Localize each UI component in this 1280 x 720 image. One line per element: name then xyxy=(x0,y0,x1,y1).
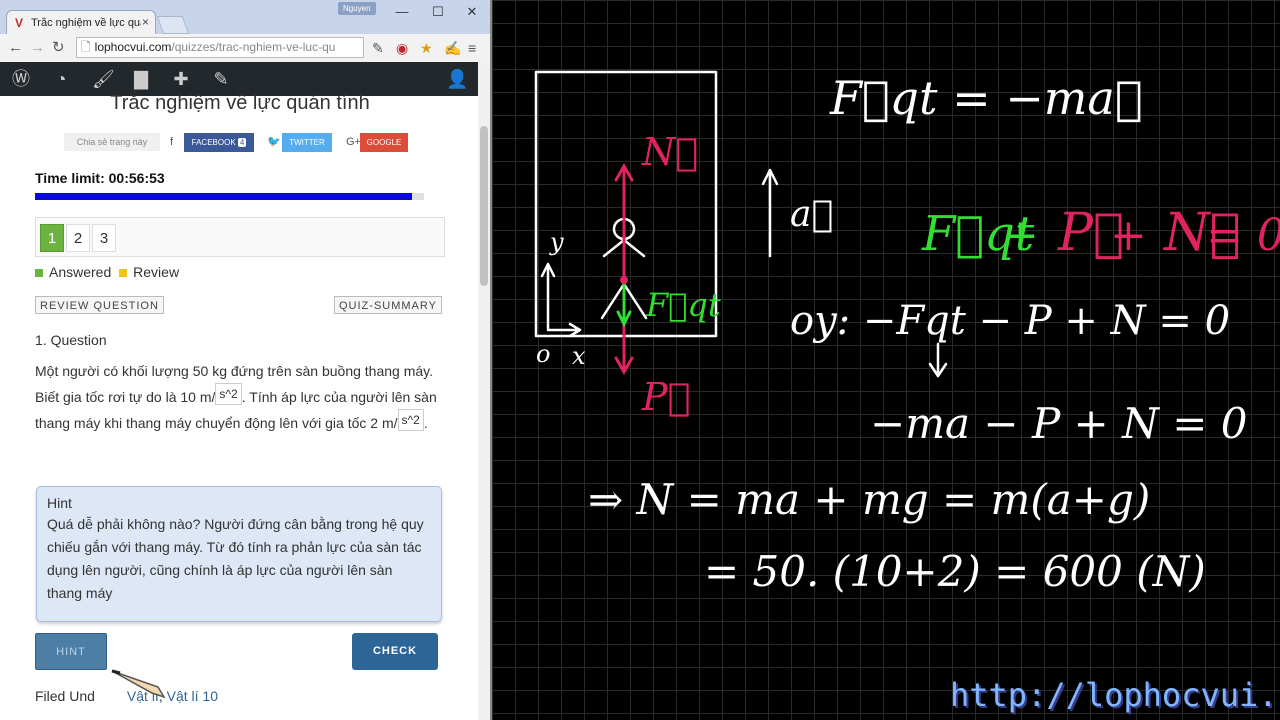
diagram-Fqt-label: F⃗qt xyxy=(645,286,721,324)
review-swatch xyxy=(119,269,128,277)
equation-substitution: −ma − P + N = 0 xyxy=(870,399,1247,448)
page-title: Trắc nghiệm về lực quán tính xyxy=(110,92,370,114)
broken-image-s2-1: s^2 xyxy=(215,383,242,405)
wordpress-admin-bar: Ⓦ ◔ 🖌 ▇ ✚ ✎ 👤 xyxy=(0,62,478,96)
blackboard: N⃗ F⃗qt P⃗ y o x F⃗qt = −ma⃗ a⃗ F⃗qt + P… xyxy=(492,0,1280,720)
url-domain: lophocvui.com xyxy=(94,40,172,54)
filed-under-label: Filed Und xyxy=(35,688,95,704)
back-icon[interactable]: ← xyxy=(8,38,23,58)
page-info-icon: 🗋 xyxy=(81,40,91,54)
substitution-arrow xyxy=(928,342,948,378)
browser-tab[interactable]: V Trắc nghiệm về lực quán t × xyxy=(6,10,156,34)
equation-numeric-result: = 50. (10+2) = 600 (N) xyxy=(704,547,1206,596)
tab-title: Trắc nghiệm về lực quán t xyxy=(31,17,141,29)
page-scrollbar[interactable] xyxy=(478,62,490,720)
new-tab-button[interactable] xyxy=(156,16,190,34)
dashboard-icon[interactable]: ◔ xyxy=(50,68,72,90)
google-plus-icon: G+ xyxy=(346,136,361,148)
review-label: Review xyxy=(133,264,180,280)
blackboard-drawing: N⃗ F⃗qt P⃗ y o x F⃗qt = −ma⃗ a⃗ F⃗qt + P… xyxy=(534,70,1280,596)
translate-extension-icon[interactable]: ✍ xyxy=(444,39,461,57)
share-label: Chia sẻ trang này xyxy=(64,133,160,151)
title-bar: V Trắc nghiệm về lực quán t × Nguyen — ☐… xyxy=(0,0,490,34)
acceleration-arrow xyxy=(761,168,779,258)
equation-inertial-force: F⃗qt = −ma⃗ xyxy=(829,71,1142,125)
comments-icon[interactable]: ▇ xyxy=(130,68,152,90)
normal-force-arrow xyxy=(614,162,634,284)
quiz-summary-button[interactable]: QUIZ-SUMMARY xyxy=(334,296,442,314)
reload-icon[interactable]: ↻ xyxy=(52,38,65,58)
wordpress-logo-icon[interactable]: Ⓦ xyxy=(10,68,32,90)
center-of-mass-dot xyxy=(620,276,628,284)
status-legend: Answered Review xyxy=(35,264,179,280)
site-watermark: http://lophocvui.com xyxy=(950,676,1280,714)
question-pager: 1 2 3 xyxy=(35,217,445,257)
broken-image-s2-2: s^2 xyxy=(397,409,424,431)
edit-pencil-icon[interactable]: ✎ xyxy=(210,68,232,90)
question-text: Một người có khối lượng 50 kg đứng trên … xyxy=(35,360,439,435)
site-favicon-icon: V xyxy=(15,16,24,30)
hint-button[interactable]: HINT xyxy=(35,633,107,670)
minimize-icon[interactable]: — xyxy=(388,2,416,22)
hint-text: Quá dễ phải không nào? Người đứng cân bằ… xyxy=(47,516,424,601)
facebook-icon: f xyxy=(170,136,174,148)
eyedropper-extension-icon[interactable]: ✎ xyxy=(372,39,384,57)
facebook-share-button[interactable]: FACEBOOK 4 xyxy=(184,133,254,152)
page-button-1[interactable]: 1 xyxy=(40,224,64,252)
tab-close-icon[interactable]: × xyxy=(142,15,149,29)
forward-icon[interactable]: → xyxy=(30,38,45,58)
facebook-label: FACEBOOK xyxy=(191,138,236,147)
user-avatar-icon[interactable]: 👤 xyxy=(446,68,468,90)
category-link-vat-li-10[interactable]: Vật lí 10 xyxy=(167,688,218,704)
twitter-icon: 🐦 xyxy=(267,136,281,148)
diagram-P-label: P⃗ xyxy=(641,375,690,419)
equation-oy-projection: oy: −Fqt − P + N = 0 xyxy=(790,298,1230,344)
question-text-part3: . xyxy=(423,415,428,431)
hint-title: Hint xyxy=(47,495,72,511)
profile-badge[interactable]: Nguyen xyxy=(338,2,376,15)
axis-y-label: y xyxy=(549,228,564,256)
close-window-icon[interactable]: ✕ xyxy=(458,2,486,22)
review-question-button[interactable]: REVIEW QUESTION xyxy=(35,296,164,314)
menu-icon[interactable]: ≡ xyxy=(468,39,476,57)
browser-toolbar: ← → ↻ 🗋 lophocvui.com/quizzes/trac-nghiem… xyxy=(0,34,490,63)
question-heading: 1. Question xyxy=(35,332,107,348)
inertial-force-arrow xyxy=(616,278,632,328)
customize-brush-icon[interactable]: 🖌 xyxy=(92,68,115,90)
quiz-page: Trắc nghiệm về lực quán tính Chia sẻ tra… xyxy=(26,92,454,720)
check-button[interactable]: CHECK xyxy=(352,633,438,670)
diagram-N-label: N⃗ xyxy=(641,130,698,174)
hint-box: Hint Quá dễ phải không nào? Người đứng c… xyxy=(36,486,442,622)
url-path: /quizzes/trac-nghiem-ve-luc-qu xyxy=(171,40,336,54)
time-progress-fill xyxy=(35,193,413,200)
acceleration-label: a⃗ xyxy=(790,194,833,235)
equation-normal-force: ⇒ N = ma + mg = m(a+g) xyxy=(588,475,1150,524)
new-content-plus-icon[interactable]: ✚ xyxy=(170,68,192,90)
time-progress-bar xyxy=(35,193,424,200)
axis-x-label: x xyxy=(572,342,586,370)
browser-window: V Trắc nghiệm về lực quán t × Nguyen — ☐… xyxy=(0,0,492,720)
axis-origin-label: o xyxy=(536,340,550,368)
opera-extension-icon[interactable]: ◉ xyxy=(396,39,408,57)
eq2-plus-1: + xyxy=(1002,210,1039,261)
answered-swatch xyxy=(35,269,43,277)
facebook-count: 4 xyxy=(237,138,247,147)
scrollbar-thumb[interactable] xyxy=(480,126,488,286)
coordinate-axes xyxy=(540,262,582,338)
google-share-button[interactable]: GOOGLE xyxy=(360,133,408,152)
page-button-2[interactable]: 2 xyxy=(66,224,90,252)
maximize-icon[interactable]: ☐ xyxy=(424,2,452,22)
stylus-pen-icon xyxy=(111,669,166,699)
bookmark-star-icon[interactable]: ★ xyxy=(420,39,433,57)
eq2-plus-2: + xyxy=(1110,210,1147,261)
address-bar[interactable]: 🗋 lophocvui.com/quizzes/trac-nghiem-ve-lu… xyxy=(76,37,364,58)
page-button-3[interactable]: 3 xyxy=(92,224,116,252)
twitter-share-button[interactable]: TWITTER xyxy=(282,133,332,152)
answered-label: Answered xyxy=(49,264,112,280)
time-limit: Time limit: 00:56:53 xyxy=(35,170,165,186)
eq2-equals-zero: = 0⃗ xyxy=(1206,210,1280,261)
